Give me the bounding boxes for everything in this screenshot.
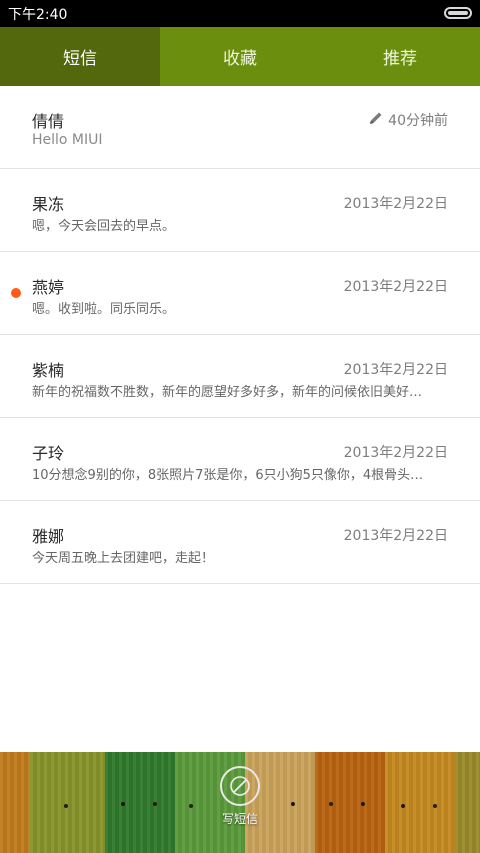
contact-name: 紫楠 — [32, 361, 65, 380]
wood-plank — [105, 752, 175, 853]
battery-icon — [444, 7, 472, 19]
message-time: 2013年2月22日 — [343, 279, 448, 295]
message-preview: 嗯。收到啦。同乐同乐。 — [32, 302, 176, 317]
tab-label: 推荐 — [383, 49, 417, 69]
message-time: 40分钟前 — [388, 113, 448, 129]
status-time: 下午2:40 — [8, 7, 68, 23]
message-preview: 新年的祝福数不胜数，新年的愿望好多好多，新年的问候依旧美好… — [32, 385, 423, 400]
message-list: 倩倩 40分钟前 Hello MIUI 果冻 2013年2月22日 嗯，今天会回… — [0, 86, 480, 584]
tab-recommended[interactable]: 推荐 — [320, 27, 480, 86]
tab-label: 收藏 — [223, 49, 257, 69]
message-row[interactable]: 燕婷 2013年2月22日 嗯。收到啦。同乐同乐。 — [0, 252, 480, 335]
compose-label: 写短信 — [221, 812, 258, 826]
tab-sms[interactable]: 短信 — [0, 27, 160, 86]
message-preview: Hello MIUI — [32, 132, 103, 148]
message-row[interactable]: 紫楠 2013年2月22日 新年的祝福数不胜数，新年的愿望好多好多，新年的问候依… — [0, 335, 480, 418]
tab-label: 短信 — [63, 49, 97, 69]
message-time: 2013年2月22日 — [343, 528, 448, 544]
message-row[interactable]: 雅娜 2013年2月22日 今天周五晚上去团建吧，走起！ — [0, 501, 480, 584]
contact-name: 果冻 — [32, 195, 65, 214]
message-time: 2013年2月22日 — [343, 362, 448, 378]
wood-plank — [0, 752, 30, 853]
pencil-icon — [370, 112, 382, 124]
contact-name: 燕婷 — [32, 278, 65, 297]
contact-name: 雅娜 — [32, 527, 65, 546]
wood-plank — [385, 752, 455, 853]
wood-plank — [30, 752, 105, 853]
tab-favorites[interactable]: 收藏 — [160, 27, 320, 86]
message-preview: 嗯，今天会回去的早点。 — [32, 219, 176, 234]
compose-button[interactable] — [220, 766, 260, 806]
wood-plank — [455, 752, 480, 853]
message-row[interactable]: 子玲 2013年2月22日 10分想念9别的你，8张照片7张是你，6只小狗5只像… — [0, 418, 480, 501]
wood-plank — [245, 752, 315, 853]
contact-name: 子玲 — [32, 444, 65, 463]
message-row[interactable]: 果冻 2013年2月22日 嗯，今天会回去的早点。 — [0, 169, 480, 252]
tab-bar: 短信 收藏 推荐 — [0, 27, 480, 86]
bottom-action-bar: 写短信 — [0, 752, 480, 853]
status-bar: 下午2:40 — [0, 0, 480, 27]
message-row[interactable]: 倩倩 40分钟前 Hello MIUI — [0, 86, 480, 169]
contact-name: 倩倩 — [32, 112, 65, 131]
message-preview: 今天周五晚上去团建吧，走起！ — [32, 551, 215, 566]
message-time: 2013年2月22日 — [343, 196, 448, 212]
unread-dot-icon — [11, 288, 21, 298]
wood-plank — [315, 752, 385, 853]
compose-icon — [230, 776, 250, 796]
message-preview: 10分想念9别的你，8张照片7张是你，6只小狗5只像你，4根骨头… — [32, 468, 424, 483]
message-time: 2013年2月22日 — [343, 445, 448, 461]
